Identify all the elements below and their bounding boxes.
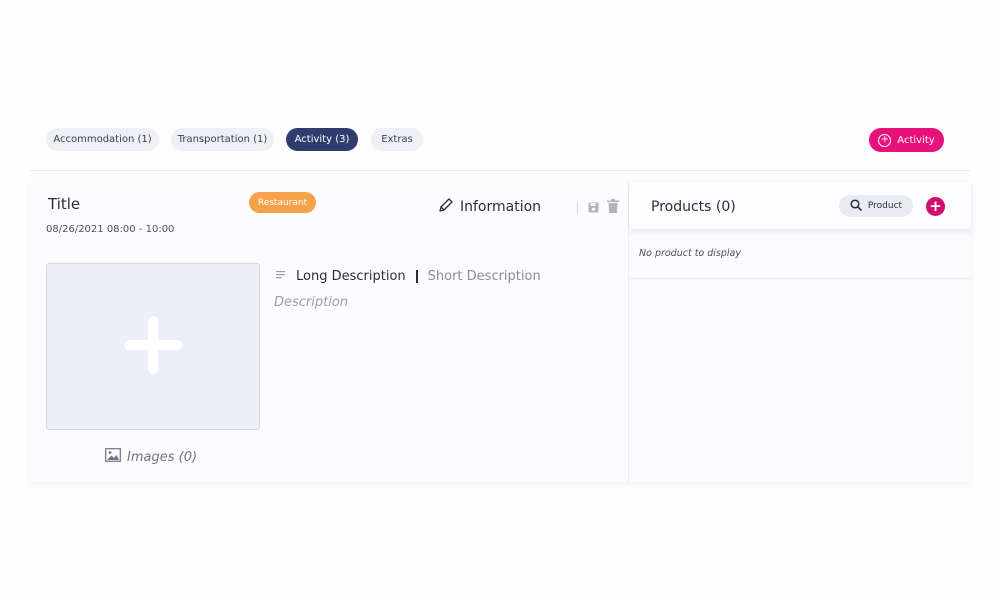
pencil-icon [438,197,454,217]
tabs-divider [30,170,970,171]
tab-transportation[interactable]: Transportation (1) [171,128,274,151]
info-actions [577,198,619,217]
activity-title[interactable]: Title [48,195,80,213]
information-label: Information [460,199,542,215]
tab-accommodation[interactable]: Accommodation (1) [46,128,159,151]
add-image-dropzone[interactable] [46,263,260,430]
plus-icon [124,315,182,378]
tab-short-description[interactable]: Short Description [428,269,541,284]
tab-long-description[interactable]: Long Description [296,269,406,284]
trash-icon[interactable] [607,198,619,217]
products-divider [629,278,971,279]
products-header: Products (0) Product + [629,182,971,229]
images-label: Images (0) [127,449,198,465]
tab-activity[interactable]: Activity (3) [286,128,358,151]
empty-products-message: No product to display [639,248,741,259]
images-count: Images (0) [105,448,197,466]
information-button[interactable]: Information [438,197,541,217]
add-product-button[interactable]: + [926,197,945,216]
category-tag: Restaurant [249,192,316,213]
tab-extras[interactable]: Extras [371,128,423,151]
text-lines-icon [276,269,286,284]
activity-card: Title 08/26/2021 08:00 - 10:00 Restauran… [30,182,971,482]
description-tabs: Long Description Short Description [276,269,541,284]
image-icon [105,448,121,466]
add-activity-label: Activity [897,134,935,146]
product-search-label: Product [867,201,903,211]
product-search-button[interactable]: Product [839,195,913,217]
search-icon [850,198,862,214]
products-panel: Products (0) Product + No product to dis… [628,182,971,482]
products-title: Products (0) [651,199,736,215]
activity-details-panel: Title 08/26/2021 08:00 - 10:00 Restauran… [30,182,628,482]
save-icon[interactable] [588,198,599,217]
activity-datetime: 08/26/2021 08:00 - 10:00 [46,224,175,235]
tab-separator [415,270,418,283]
plus-icon: + [929,197,942,215]
actions-divider [577,200,578,215]
description-field[interactable]: Description [274,295,348,310]
plus-circle-icon: + [878,133,892,147]
add-activity-button[interactable]: + Activity [869,128,944,152]
